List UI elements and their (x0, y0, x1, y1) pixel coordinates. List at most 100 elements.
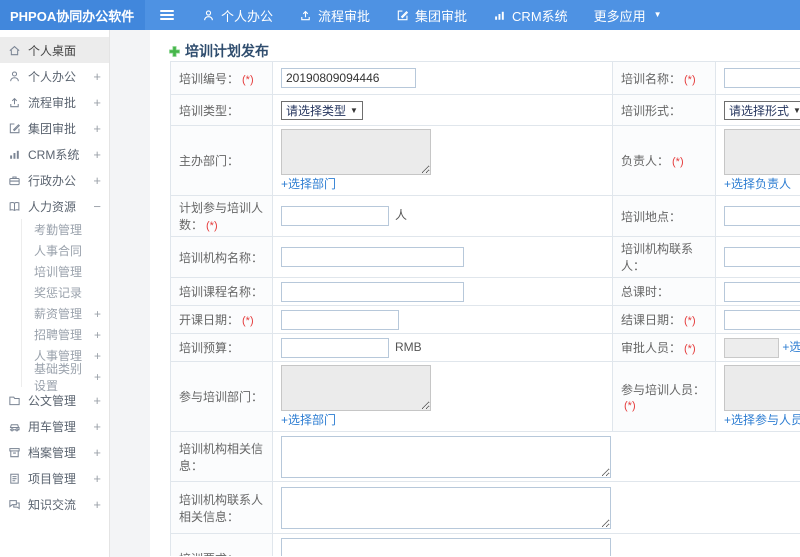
join-depts-textarea[interactable] (281, 365, 431, 411)
budget-unit: RMB (395, 339, 422, 354)
select-leader-link[interactable]: +选择负责人 (724, 177, 791, 191)
row-course-hours: 培训课程名称： 总课时： (170, 277, 800, 306)
sidebar-item-desktop[interactable]: 个人桌面 (0, 37, 109, 63)
row-dates: 开课日期： (*) 结课日期： (*) (170, 305, 800, 334)
requirements-textarea[interactable] (281, 537, 611, 556)
edit-icon (397, 9, 409, 20)
requirements-label: 培训要求： (170, 533, 273, 556)
caret-down-icon: ▼ (350, 105, 358, 115)
training-mode-select[interactable]: 请选择形式 ▼ (724, 100, 800, 120)
sidebar-item-vehicles[interactable]: 用车管理 + (0, 413, 109, 439)
sidebar-item-knowledge[interactable]: 知识交流 + (0, 491, 109, 517)
car-icon (9, 423, 20, 431)
main-content: 培训计划发布 培训编号：(*) 培训名称：(*) 培训类型： 请选择类型▼ 培训… (111, 30, 800, 557)
sidebar-item-crm[interactable]: CRM系统 + (0, 141, 109, 167)
chat-icon (9, 499, 20, 509)
sidebar-subitem-base-category[interactable]: 基础类别设置 + (22, 362, 109, 393)
location-label: 培训地点： (612, 195, 716, 237)
row-join-dept-staff: 参与培训部门： +选择部门 参与培训人员：(*) +选择参与人员 (170, 361, 800, 432)
sidebar-subitem-recruit[interactable]: 招聘管理 + (22, 324, 109, 345)
approver-box[interactable] (724, 337, 779, 358)
training-form: 培训编号：(*) 培训名称：(*) 培训类型： 请选择类型▼ 培训形式： 请选择… (170, 61, 800, 556)
start-date-label: 开课日期： (*) (170, 305, 273, 334)
sidebar-subitem-reward-punish[interactable]: 奖惩记录 (22, 282, 109, 303)
training-type-label: 培训类型： (170, 94, 273, 126)
row-dept-leader: 主办部门： +选择部门 负责人： (*) +选择负责人 (170, 125, 800, 196)
total-hours-input[interactable] (724, 281, 800, 302)
org-contact-info-textarea[interactable] (281, 486, 611, 529)
clipboard-icon (10, 473, 19, 484)
plus-icon (169, 45, 180, 57)
page-title: 培训计划发布 (168, 41, 269, 61)
nav-personal-office[interactable]: 个人办公 (189, 0, 286, 30)
total-hours-label: 总课时： (612, 277, 716, 306)
sidebar-item-group-approval[interactable]: 集团审批 + (0, 115, 109, 141)
nav-group-approval[interactable]: 集团审批 (383, 0, 480, 30)
sidebar-subitem-hr-contract[interactable]: 人事合同 (22, 240, 109, 261)
select-join-staff-link[interactable]: +选择参与人员 (724, 413, 800, 427)
sidebar-subitem-salary[interactable]: 薪资管理 + (22, 303, 109, 324)
select-approver-link[interactable]: +选择审批人员 (782, 340, 800, 354)
row-org-contact-info: 培训机构联系人相关信息： (170, 481, 800, 534)
sidebar-item-workflow-approval[interactable]: 流程审批 + (0, 89, 109, 115)
sidebar: 个人桌面 个人办公 + 流程审批 + 集团审批 + CRM系统 + 行政办公 +… (0, 30, 110, 557)
user-icon (10, 70, 19, 81)
budget-label: 培训预算： (170, 333, 273, 362)
nav-crm[interactable]: CRM系统 (480, 0, 581, 30)
planned-count-unit: 人 (395, 208, 408, 223)
join-staff-textarea[interactable] (724, 365, 800, 411)
caret-down-icon: ▼ (653, 10, 662, 19)
sidebar-subitem-training[interactable]: 培训管理 (22, 261, 109, 282)
leader-textarea[interactable] (724, 129, 800, 175)
training-name-input[interactable] (724, 68, 800, 88)
row-no-name: 培训编号：(*) 培训名称：(*) (170, 61, 800, 95)
org-name-input[interactable] (281, 247, 464, 267)
nav-more-apps[interactable]: 更多应用 ▼ (581, 0, 675, 30)
training-mode-label: 培训形式： (612, 94, 716, 126)
host-dept-label: 主办部门： (170, 125, 273, 196)
select-join-dept-link[interactable]: +选择部门 (281, 413, 336, 427)
org-name-label: 培训机构名称： (170, 236, 273, 278)
training-no-label: 培训编号： (*) (170, 61, 273, 95)
nav-workflow-approval[interactable]: 流程审批 (286, 0, 383, 30)
org-contact-label: 培训机构联系人： (612, 236, 716, 278)
folder-icon (9, 396, 20, 405)
sidebar-item-personal-office[interactable]: 个人办公 + (0, 63, 109, 89)
start-date-input[interactable] (281, 309, 399, 330)
archive-icon (9, 447, 20, 457)
org-contact-info-label: 培训机构联系人相关信息： (170, 481, 273, 534)
briefcase-icon (9, 175, 20, 185)
flow-upload-icon (301, 10, 310, 20)
course-name-label: 培训课程名称： (170, 277, 273, 306)
top-nav: 个人办公 流程审批 集团审批 CRM系统 更多应用 ▼ (189, 0, 675, 30)
sidebar-subitem-attendance[interactable]: 考勤管理 (22, 219, 109, 240)
budget-input[interactable] (281, 337, 389, 358)
select-dept-link[interactable]: +选择部门 (281, 177, 336, 191)
org-info-textarea[interactable] (281, 435, 611, 478)
flow-upload-icon (10, 97, 19, 107)
org-contact-input[interactable] (724, 247, 800, 267)
bar-chart-icon (10, 150, 19, 159)
sidebar-item-archives[interactable]: 档案管理 + (0, 439, 109, 465)
end-date-input[interactable] (724, 309, 800, 330)
training-type-select[interactable]: 请选择类型 ▼ (281, 100, 363, 120)
hamburger-menu-icon[interactable] (153, 0, 181, 30)
planned-count-label: 计划参与培训人数： (*) (170, 195, 273, 237)
hr-submenu: 考勤管理 人事合同 培训管理 奖惩记录 薪资管理 + 招聘管理 + 人事管理 + 基础… (21, 219, 109, 393)
sidebar-item-hr[interactable]: 人力资源 − (0, 193, 109, 219)
join-staff-label: 参与培训人员：(*) (612, 361, 716, 432)
location-input[interactable] (724, 206, 800, 226)
bar-chart-icon (495, 11, 504, 20)
row-type-mode: 培训类型： 请选择类型 ▼ 培训形式： 请选择形式 ▼ (170, 94, 800, 126)
planned-count-input[interactable] (281, 206, 389, 226)
sidebar-item-projects[interactable]: 项目管理 + (0, 465, 109, 491)
course-name-input[interactable] (281, 281, 464, 302)
row-orgname-orgcontact: 培训机构名称： 培训机构联系人： (170, 236, 800, 278)
row-budget-approver: 培训预算： RMB 审批人员：(*) +选择审批人员 (170, 333, 800, 362)
row-count-location: 计划参与培训人数： (*) 人 培训地点： (170, 195, 800, 237)
sidebar-item-admin-office[interactable]: 行政办公 + (0, 167, 109, 193)
app-logo: PHPOA协同办公软件 (0, 0, 145, 30)
user-icon (204, 9, 213, 20)
training-no-input[interactable] (281, 68, 416, 88)
host-dept-textarea[interactable] (281, 129, 431, 175)
